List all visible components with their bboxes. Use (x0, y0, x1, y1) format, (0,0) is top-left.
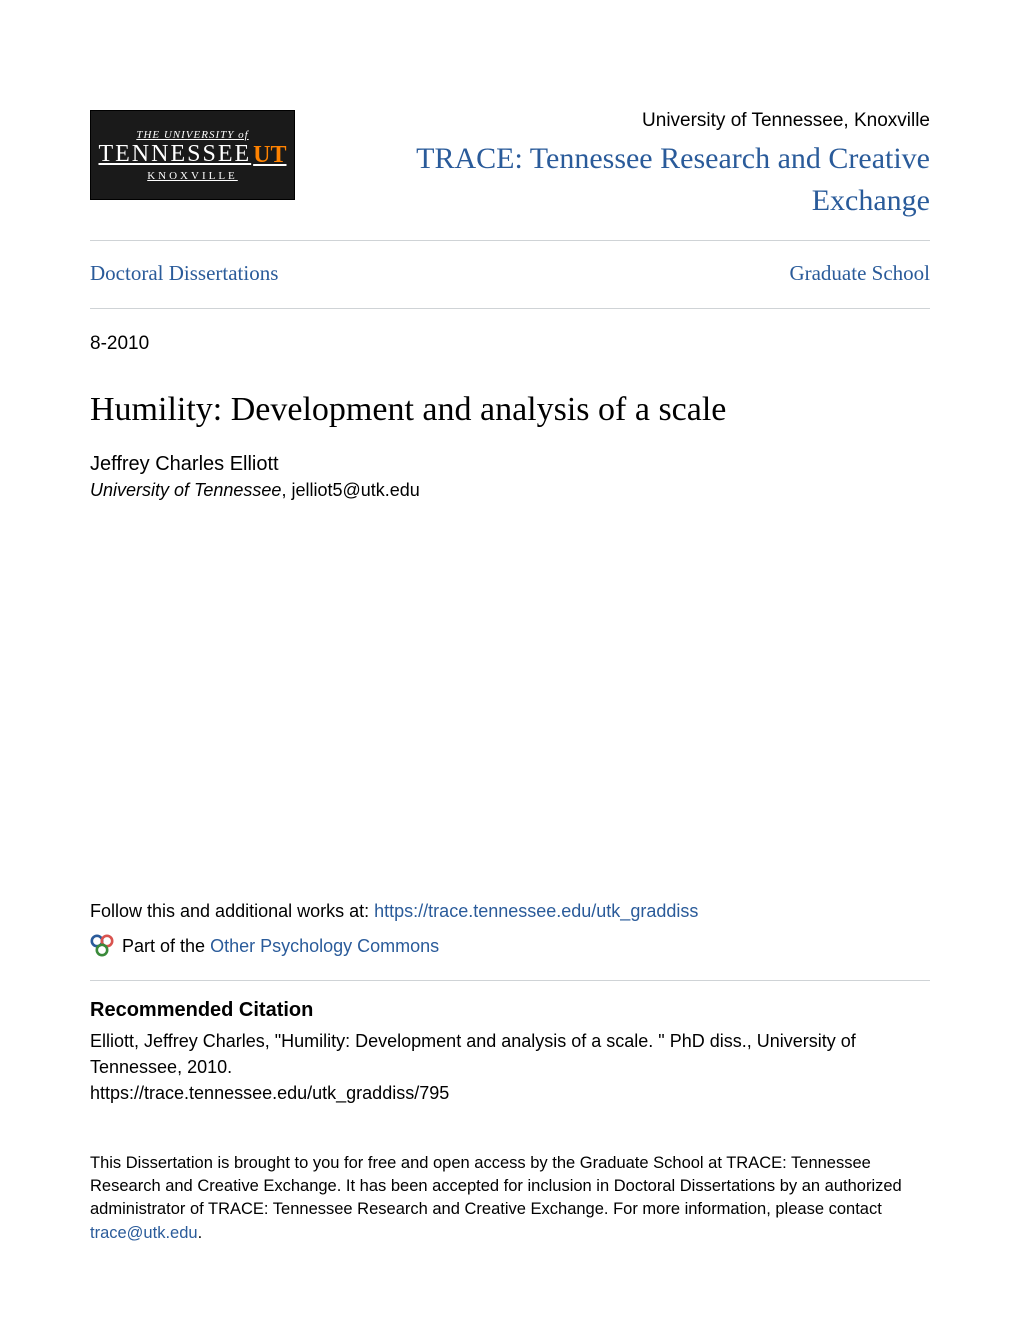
site-title-link[interactable]: TRACE: Tennessee Research and Creative E… (416, 142, 930, 217)
breadcrumb-divider (90, 308, 930, 309)
collection-url-link[interactable]: https://trace.tennessee.edu/utk_graddiss (374, 901, 698, 921)
publication-date: 8-2010 (90, 333, 930, 355)
follow-prefix: Follow this and additional works at: (90, 901, 374, 921)
citation-divider (90, 980, 930, 981)
institution-logo[interactable]: THE UNIVERSITY of TENNESSEEUT KNOXVILLE (90, 110, 295, 200)
breadcrumb: Doctoral Dissertations Graduate School (90, 241, 930, 308)
parent-unit-link[interactable]: Graduate School (789, 261, 930, 286)
page-header: THE UNIVERSITY of TENNESSEEUT KNOXVILLE … (90, 110, 930, 240)
power-t-icon: UT (253, 142, 286, 169)
logo-line1: THE UNIVERSITY of (136, 129, 248, 141)
author-affiliation: University of Tennessee, jelliot5@utk.ed… (90, 480, 930, 501)
discipline-link[interactable]: Other Psychology Commons (210, 936, 439, 956)
author-name: Jeffrey Charles Elliott (90, 453, 930, 476)
header-text-block: University of Tennessee, Knoxville TRACE… (319, 110, 930, 222)
partof-prefix: Part of the (122, 936, 210, 956)
site-title: TRACE: Tennessee Research and Creative E… (319, 138, 930, 222)
partof-row: Part of the Other Psychology Commons (90, 934, 930, 958)
disclaimer-period: . (198, 1224, 203, 1242)
author-institution: University of Tennessee (90, 480, 281, 500)
collection-link[interactable]: Doctoral Dissertations (90, 261, 278, 286)
author-email: jelliot5@utk.edu (291, 480, 419, 500)
citation-text-2: https://trace.tennessee.edu/utk_graddiss… (90, 1080, 930, 1106)
logo-line2: TENNESSEE (98, 141, 251, 168)
disclaimer-text: This Dissertation is brought to you for … (90, 1154, 902, 1218)
university-name: University of Tennessee, Knoxville (319, 110, 930, 132)
affil-separator: , (281, 480, 291, 500)
paper-title: Humility: Development and analysis of a … (90, 391, 930, 429)
contact-email-link[interactable]: trace@utk.edu (90, 1224, 198, 1242)
page-container: THE UNIVERSITY of TENNESSEEUT KNOXVILLE … (0, 0, 1020, 1320)
access-disclaimer: This Dissertation is brought to you for … (90, 1152, 930, 1244)
logo-line2-wrap: TENNESSEEUT (98, 141, 286, 168)
commons-network-icon (90, 934, 114, 958)
citation-text-1: Elliott, Jeffrey Charles, "Humility: Dev… (90, 1028, 930, 1080)
partof-text: Part of the Other Psychology Commons (122, 936, 439, 957)
follow-block: Follow this and additional works at: htt… (90, 901, 930, 922)
citation-heading: Recommended Citation (90, 999, 930, 1022)
logo-line3: KNOXVILLE (147, 170, 238, 182)
